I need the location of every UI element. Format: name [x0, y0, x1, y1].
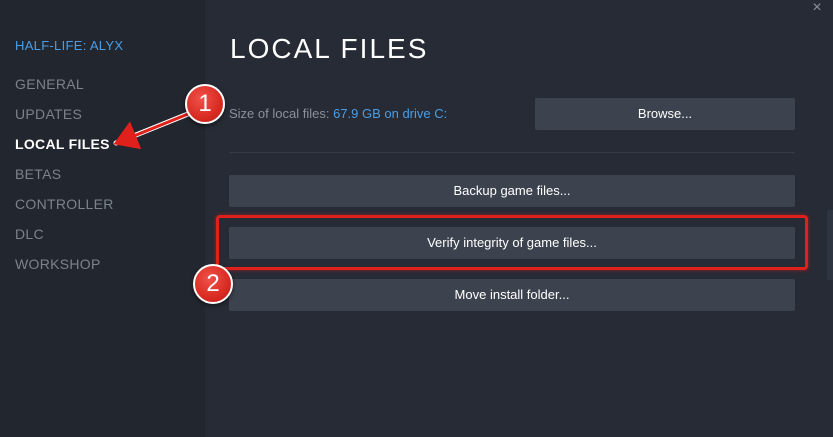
size-value[interactable]: 67.9 GB on drive C:: [333, 106, 447, 121]
sidebar-nav: GENERAL UPDATES LOCAL FILES BETAS CONTRO…: [15, 75, 205, 285]
verify-integrity-button[interactable]: Verify integrity of game files...: [229, 227, 795, 259]
sidebar-item-controller[interactable]: CONTROLLER: [15, 195, 205, 225]
sidebar-item-betas[interactable]: BETAS: [15, 165, 205, 195]
page-title: LOCAL FILES: [230, 33, 429, 64]
sidebar-item-updates[interactable]: UPDATES: [15, 105, 205, 135]
properties-window: HALF-LIFE: ALYX GENERAL UPDATES LOCAL FI…: [0, 0, 833, 437]
sidebar-item-dlc[interactable]: DLC: [15, 225, 205, 255]
main-panel: × LOCAL FILES Size of local files: 67.9 …: [205, 0, 833, 437]
size-label: Size of local files:: [229, 106, 330, 121]
sidebar-item-workshop[interactable]: WORKSHOP: [15, 255, 205, 285]
game-title: HALF-LIFE: ALYX: [15, 38, 124, 53]
backup-game-files-button[interactable]: Backup game files...: [229, 175, 795, 207]
move-install-folder-button[interactable]: Move install folder...: [229, 279, 795, 311]
divider: [229, 152, 795, 153]
browse-button[interactable]: Browse...: [535, 98, 795, 130]
sidebar-item-local-files[interactable]: LOCAL FILES: [15, 135, 205, 165]
close-icon[interactable]: ×: [809, 0, 825, 16]
sidebar-item-general[interactable]: GENERAL: [15, 75, 205, 105]
sidebar: HALF-LIFE: ALYX GENERAL UPDATES LOCAL FI…: [0, 0, 205, 437]
local-files-size: Size of local files: 67.9 GB on drive C:: [229, 106, 447, 121]
scrollbar[interactable]: [827, 210, 833, 280]
